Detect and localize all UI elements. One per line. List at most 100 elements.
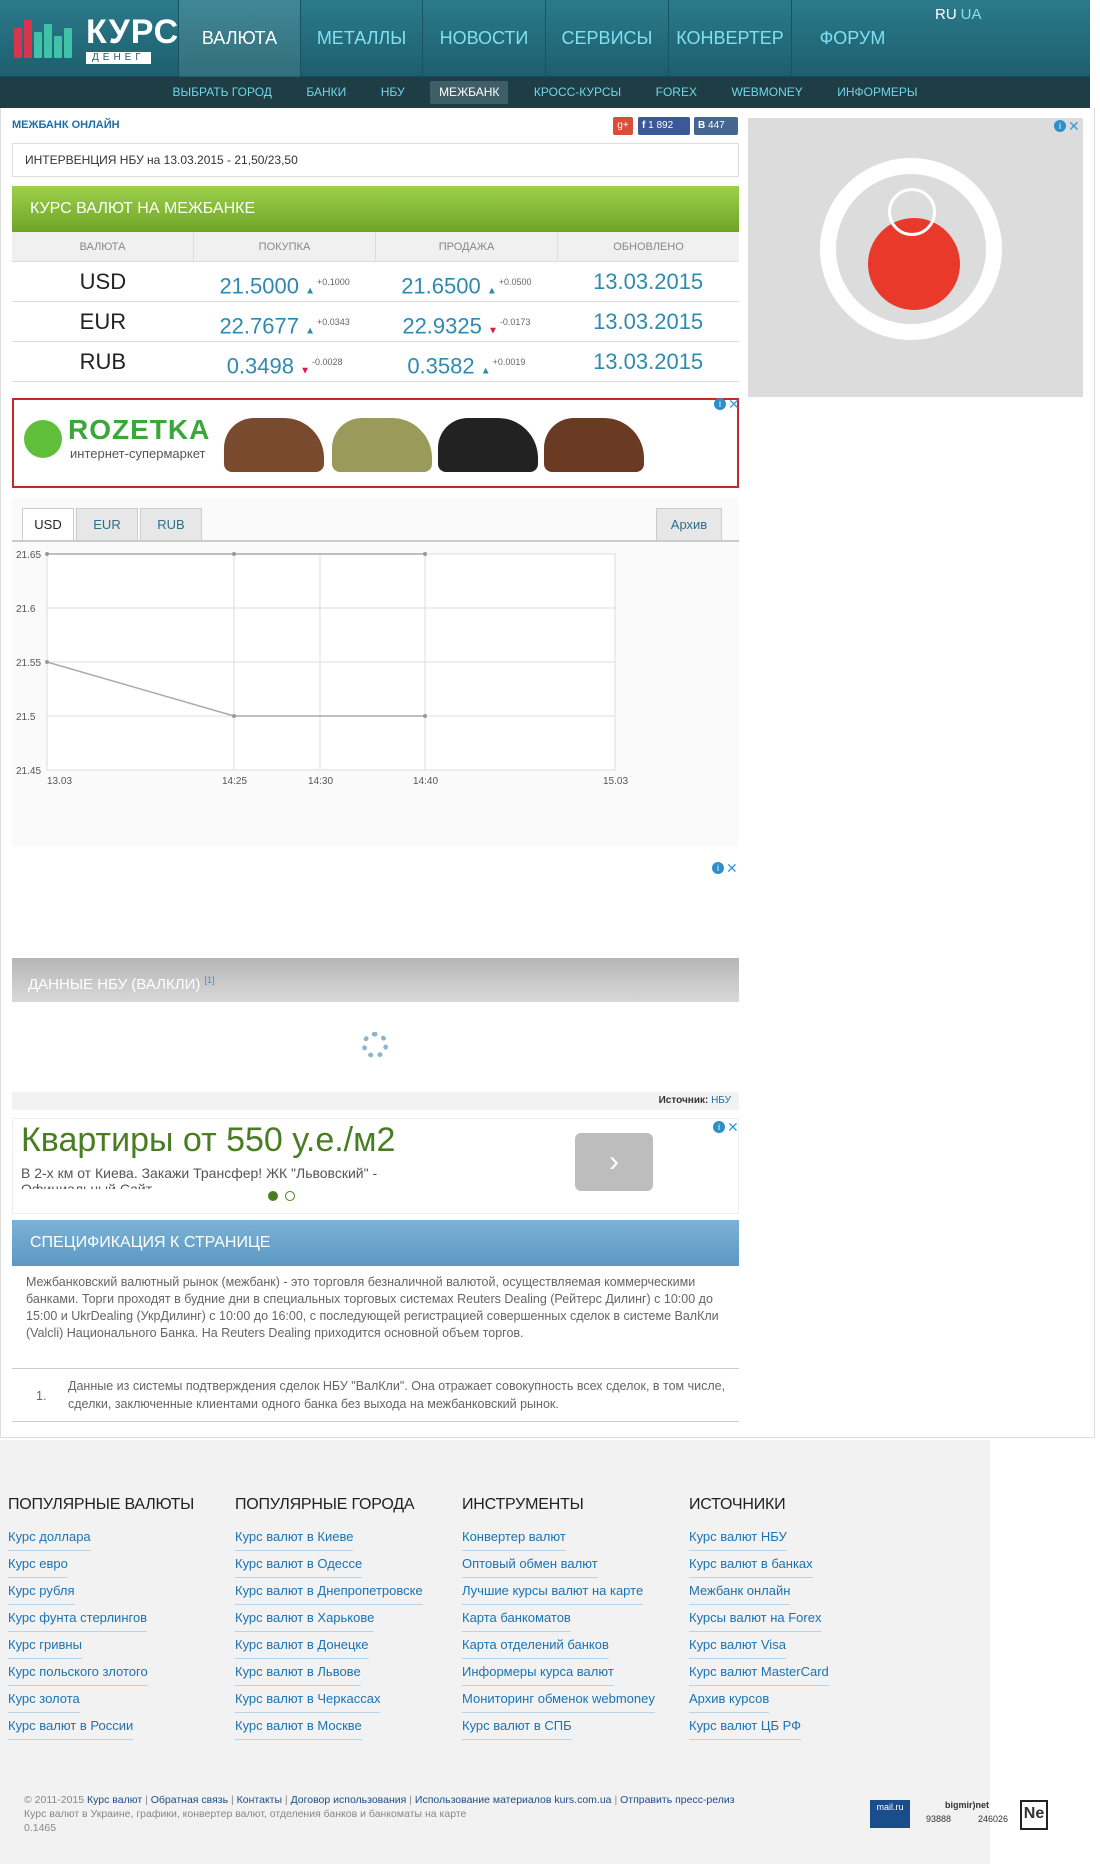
vk-button[interactable]: B 447: [694, 117, 738, 135]
footer-link[interactable]: Лучшие курсы валют на карте: [462, 1578, 644, 1605]
bigmir-count: 246026: [977, 1814, 1008, 1824]
nav-services[interactable]: СЕРВИСЫ: [545, 0, 668, 77]
footer-link[interactable]: Курс валют в Черкассах: [235, 1686, 381, 1713]
footer-link[interactable]: Курс валют в СПБ: [462, 1713, 572, 1740]
footer-link[interactable]: Курс валют в Львове: [235, 1659, 361, 1686]
footer-link[interactable]: Курс валют НБУ: [689, 1524, 787, 1551]
subnav-forex[interactable]: FOREX: [647, 81, 706, 104]
subnav-interbank[interactable]: МЕЖБАНК: [430, 81, 509, 104]
nav-forum[interactable]: ФОРУМ: [791, 0, 913, 77]
ad-info-icon[interactable]: i: [714, 398, 726, 410]
nav-currency[interactable]: ВАЛЮТА: [178, 0, 300, 77]
footer-link[interactable]: Курс валют в Одессе: [235, 1551, 363, 1578]
footer-link[interactable]: Курс валют в Москве: [235, 1713, 362, 1740]
footer-link[interactable]: Конвертер валют: [462, 1524, 566, 1551]
ad-close-icon[interactable]: ✕: [726, 861, 738, 875]
lang-ru[interactable]: RU: [935, 6, 957, 23]
up-arrow-icon: ▲: [486, 285, 497, 297]
nav-metals[interactable]: МЕТАЛЛЫ: [300, 0, 422, 77]
footer-link[interactable]: Курс рубля: [8, 1578, 75, 1605]
x-tick-label: 13.03: [47, 776, 72, 787]
facebook-icon: f: [642, 120, 646, 131]
footer-link[interactable]: Архив курсов: [689, 1686, 770, 1713]
subnav-city[interactable]: ВЫБРАТЬ ГОРОД: [164, 81, 281, 104]
ad-close-icon[interactable]: ✕: [728, 397, 740, 411]
archive-button[interactable]: Архив: [656, 508, 722, 540]
rozetka-smile-icon: [24, 420, 62, 458]
footer-link[interactable]: Курс валют Visa: [689, 1632, 786, 1659]
data-point: [423, 714, 427, 718]
facebook-count: 1 892: [648, 120, 674, 131]
nbu-note-ref[interactable]: [1]: [205, 975, 215, 985]
footer-link[interactable]: Карта отделений банков: [462, 1632, 609, 1659]
footer-link[interactable]: Курс фунта стерлингов: [8, 1605, 148, 1632]
footer-link[interactable]: Мониторинг обменок webmoney: [462, 1686, 655, 1713]
carousel-dot[interactable]: [268, 1191, 278, 1201]
source-line: Источник: НБУ: [12, 1092, 739, 1110]
ne-counter[interactable]: Ne: [1020, 1800, 1048, 1830]
nbu-title: ДАННЫЕ НБУ (ВАЛКЛИ) [1]: [12, 958, 739, 1002]
ad-close-icon[interactable]: ✕: [1068, 119, 1080, 133]
language-switch: RU UA: [935, 6, 982, 23]
footer-link[interactable]: Курс доллара: [8, 1524, 91, 1551]
nav-news[interactable]: НОВОСТИ: [422, 0, 545, 77]
footer-link-terms[interactable]: Договор использования: [291, 1794, 407, 1806]
side-ad[interactable]: i ✕: [748, 118, 1083, 397]
carousel-dot[interactable]: [285, 1191, 295, 1201]
ad-info-icon[interactable]: i: [1054, 120, 1066, 132]
footer-link[interactable]: Курс валют в Киеве: [235, 1524, 354, 1551]
subnav-cross[interactable]: КРОСС-КУРСЫ: [525, 81, 630, 104]
page-title: МЕЖБАНК ОНЛАЙН: [12, 119, 120, 131]
footer-link-materials[interactable]: Использование материалов kurs.com.ua: [415, 1794, 612, 1806]
footer-link[interactable]: Курс польского злотого: [8, 1659, 148, 1686]
footer-link[interactable]: Курс валют в Днепропетровске: [235, 1578, 423, 1605]
footer-link[interactable]: Курс валют в банках: [689, 1551, 813, 1578]
mailru-counter[interactable]: mail.ru: [870, 1800, 910, 1828]
ad-close-icon[interactable]: ✕: [727, 1120, 739, 1134]
subnav-banks[interactable]: БАНКИ: [297, 81, 355, 104]
subnav-nbu[interactable]: НБУ: [372, 81, 414, 104]
footer-link[interactable]: Курс валют в Харькове: [235, 1605, 375, 1632]
footer-link[interactable]: Курс валют MasterCard: [689, 1659, 829, 1686]
tab-usd[interactable]: USD: [22, 508, 74, 540]
footer-link[interactable]: Курс валют ЦБ РФ: [689, 1713, 802, 1740]
site-logo[interactable]: КУРС ДЕНЕГ: [14, 14, 178, 64]
footer-link[interactable]: Курс золота: [8, 1686, 80, 1713]
lang-ua[interactable]: UA: [961, 6, 982, 23]
footer-link[interactable]: Информеры курса валют: [462, 1659, 614, 1686]
facebook-button[interactable]: f 1 892: [638, 117, 690, 135]
chevron-right-icon: ›: [609, 1145, 619, 1178]
tab-rub[interactable]: RUB: [140, 508, 202, 540]
footer-link[interactable]: Курс валют в Донецке: [235, 1632, 369, 1659]
subnav-webmoney[interactable]: WEBMONEY: [722, 81, 811, 104]
footer-link[interactable]: Оптовый обмен валют: [462, 1551, 598, 1578]
shoe-image: [544, 418, 644, 472]
footer-column-title: ПОПУЛЯРНЫЕ ВАЛЮТЫ: [8, 1496, 195, 1513]
flats-ad[interactable]: Квартиры от 550 у.е./м2 В 2-х км от Киев…: [12, 1118, 739, 1214]
footer-column: ПОПУЛЯРНЫЕ ВАЛЮТЫ Курс доллара Курс евро Ку…: [8, 1496, 238, 1740]
footer-link[interactable]: Курс евро: [8, 1551, 68, 1578]
data-point: [45, 552, 49, 556]
ad-info-icon[interactable]: i: [713, 1121, 725, 1133]
gplus-button[interactable]: g+: [613, 117, 633, 135]
logo-subtitle: ДЕНЕГ: [86, 52, 151, 64]
footer-link-kurs[interactable]: Курс валют: [87, 1794, 142, 1806]
intervention-notice: ИНТЕРВЕНЦИЯ НБУ на 13.03.2015 - 21,50/23…: [12, 143, 739, 177]
ad-info-icon[interactable]: i: [712, 862, 724, 874]
footer-link-feedback[interactable]: Обратная связь: [151, 1794, 228, 1806]
ad-next-button[interactable]: ›: [575, 1133, 653, 1191]
subnav-informers[interactable]: ИНФОРМЕРЫ: [828, 81, 926, 104]
footer-link[interactable]: Курс валют в России: [8, 1713, 134, 1740]
footer-link-contacts[interactable]: Контакты: [237, 1794, 282, 1806]
tab-eur[interactable]: EUR: [76, 508, 138, 540]
footer-link[interactable]: Курс гривны: [8, 1632, 82, 1659]
nav-converter[interactable]: КОНВЕРТЕР: [668, 0, 791, 77]
footer-link[interactable]: Межбанк онлайн: [689, 1578, 791, 1605]
footer-link[interactable]: Карта банкоматов: [462, 1605, 571, 1632]
footer-link-press[interactable]: Отправить пресс-релиз: [620, 1794, 734, 1806]
rozetka-ad[interactable]: ROZETKA интернет-супермаркет i ✕: [12, 397, 740, 488]
source-link[interactable]: НБУ: [711, 1095, 731, 1106]
bigmir-counter[interactable]: bigmir)net 93888 246026: [926, 1800, 1008, 1832]
footer-link[interactable]: Курсы валют на Forex: [689, 1605, 822, 1632]
buy-value: 0.3498: [226, 353, 294, 379]
